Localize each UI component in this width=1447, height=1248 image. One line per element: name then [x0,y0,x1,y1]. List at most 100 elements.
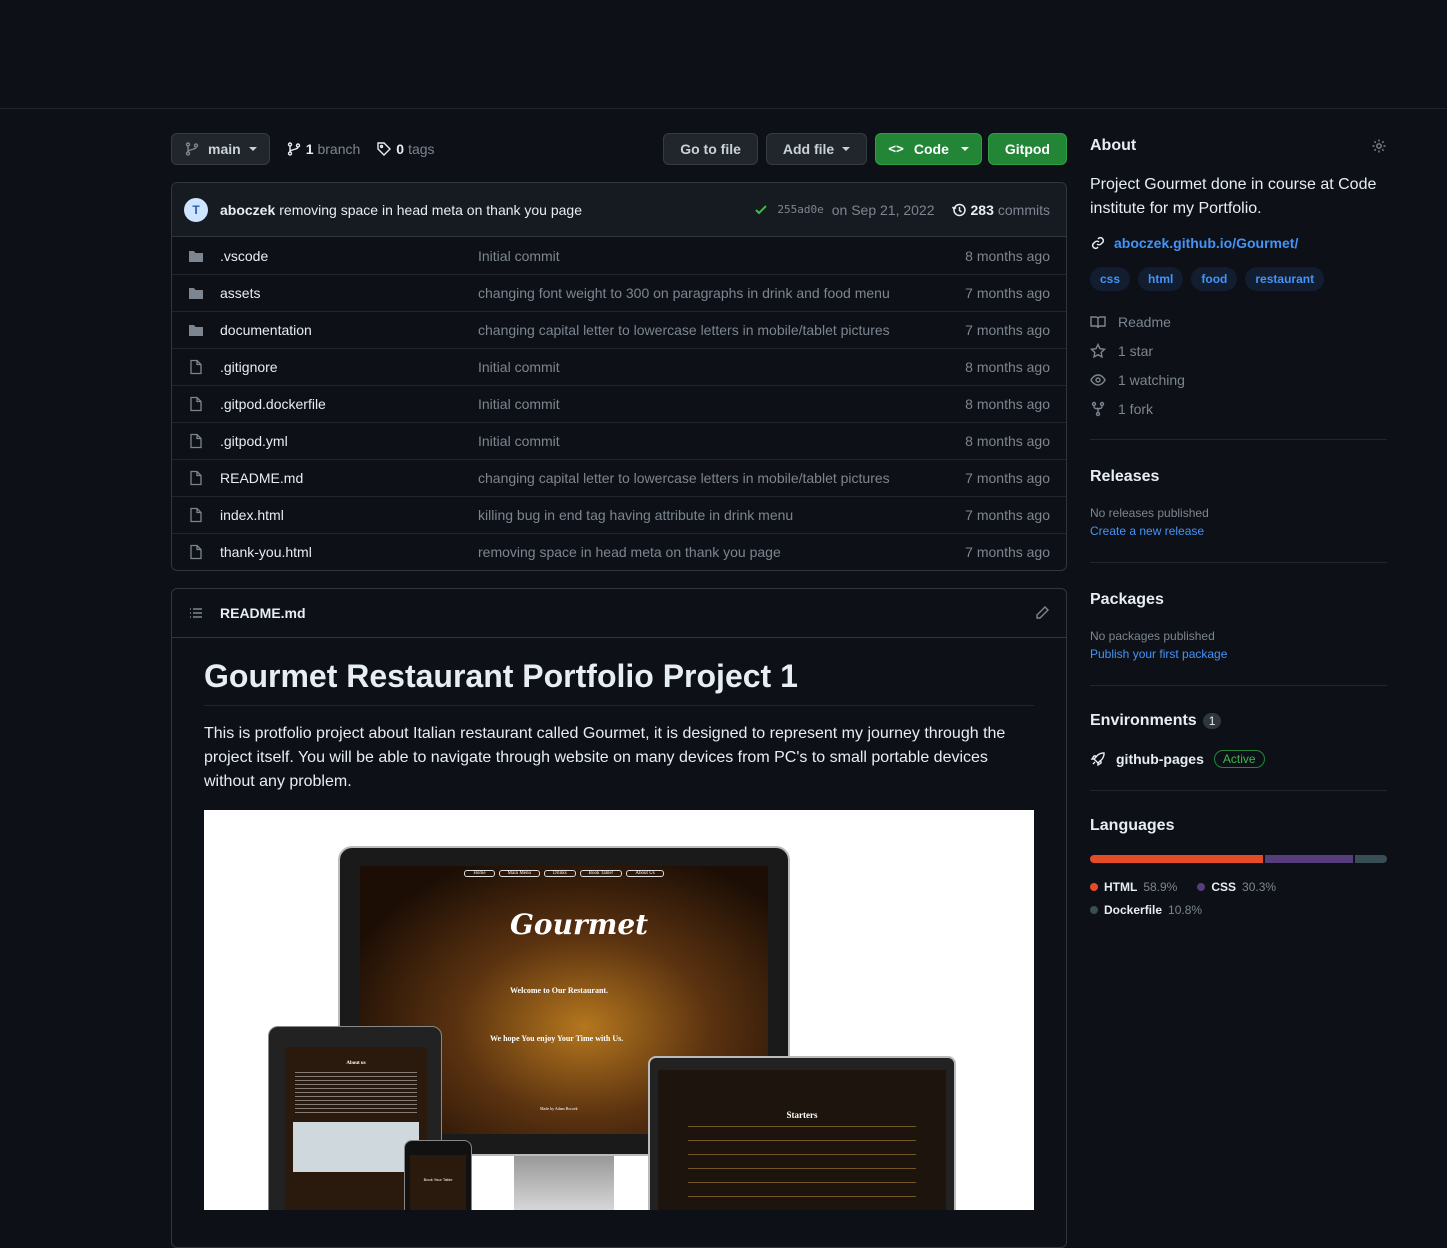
file-name[interactable]: .vscode [220,248,478,264]
mockup-logo: Gourmet [510,908,649,941]
commit-sha[interactable]: 255ad0e [777,203,823,216]
stars-link[interactable]: 1 star [1090,336,1387,365]
environment-status-badge: Active [1213,750,1265,768]
forks-count: 1 fork [1118,400,1154,417]
topic-tag[interactable]: html [1138,267,1184,291]
commit-date: on Sep 21, 2022 [831,201,935,218]
language-item[interactable]: HTML 58.9% [1090,876,1177,898]
file-commit-message[interactable]: Initial commit [478,248,965,264]
file-commit-message[interactable]: changing capital letter to lowercase let… [478,322,965,338]
file-name[interactable]: thank-you.html [220,544,478,560]
code-button[interactable]: <> Code [875,133,982,165]
language-bar-segment [1355,855,1387,863]
file-icon [190,470,202,486]
environments-heading[interactable]: Environments [1090,712,1197,730]
file-name[interactable]: .gitignore [220,359,478,375]
file-type-icon [188,433,204,449]
file-row[interactable]: .gitpod.yml Initial commit 8 months ago [172,422,1066,459]
file-age: 8 months ago [965,247,1050,264]
topic-tag[interactable]: food [1191,267,1238,291]
about-description: Project Gourmet done in course at Code i… [1090,176,1377,217]
language-item[interactable]: CSS 30.3% [1197,876,1276,898]
file-commit-message[interactable]: removing space in head meta on thank you… [478,544,965,560]
file-list-box: T aboczek removing space in head meta on… [171,182,1067,571]
commit-message[interactable]: removing space in head meta on thank you… [279,202,582,218]
laptop-mockup: Starters [648,1056,956,1210]
commits-link[interactable]: 283 commits [951,202,1050,218]
file-row[interactable]: thank-you.html removing space in head met… [172,533,1066,570]
gear-icon[interactable] [1371,138,1387,154]
packages-heading[interactable]: Packages [1090,591,1387,609]
responsive-mockup-image: Home Main Menu Drinks Book Table! About Us G… [204,810,1034,1210]
go-to-file-button[interactable]: Go to file [663,133,758,165]
mockup-nav-item: Main Menu [498,870,541,877]
publish-package-link[interactable]: Publish your first package [1090,647,1387,661]
folder-icon [189,250,203,262]
file-row[interactable]: .vscode Initial commit 8 months ago [172,237,1066,274]
file-commit-message[interactable]: changing capital letter to lowercase let… [478,470,965,486]
file-row[interactable]: .gitpod.dockerfile Initial commit 8 months… [172,385,1066,422]
file-commit-message[interactable]: changing font weight to 300 on paragraph… [478,285,965,301]
commits-label: commits [997,201,1050,218]
forks-link[interactable]: 1 fork [1090,394,1387,423]
file-commit-message[interactable]: Initial commit [478,433,965,449]
file-age: 7 months ago [965,322,1050,338]
gitpod-button[interactable]: Gitpod [987,133,1067,165]
file-commit-message[interactable]: Initial commit [478,396,965,412]
environment-name[interactable]: github-pages [1116,751,1204,767]
file-age: 7 months ago [965,470,1050,486]
divider [1090,562,1387,563]
file-row[interactable]: documentation changing capital letter to … [172,311,1066,348]
file-type-icon [188,322,204,338]
fork-icon [1091,401,1105,416]
file-age: 7 months ago [965,544,1050,560]
divider [1090,439,1387,440]
divider [1090,790,1387,791]
branch-icon [287,142,300,156]
file-commit-message[interactable]: killing bug in end tag having attribute … [478,507,965,523]
mockup-nav-item: About Us [626,870,664,877]
tags-link[interactable]: 0 tags [376,141,435,157]
branches-link[interactable]: 1 branch [286,141,360,157]
branch-select-button[interactable]: main [171,133,270,165]
language-name: Dockerfile [1104,903,1163,917]
topic-tag[interactable]: css [1090,267,1131,291]
file-row[interactable]: assets changing font weight to 300 on par… [172,274,1066,311]
pencil-icon[interactable] [1034,605,1050,621]
file-row[interactable]: .gitignore Initial commit 8 months ago [172,348,1066,385]
mockup-nav-item: Home [464,870,495,877]
tablet-heading: About us [346,1061,366,1066]
releases-heading[interactable]: Releases [1090,468,1387,486]
commit-author[interactable]: aboczek [220,202,275,218]
tags-label: tags [408,141,435,157]
mockup-nav-item: Drinks [544,870,576,877]
avatar[interactable]: T [184,197,208,222]
file-row[interactable]: index.html killing bug in end tag having … [172,496,1066,533]
language-item[interactable]: Dockerfile 10.8% [1090,899,1202,921]
file-name[interactable]: README.md [220,470,478,486]
file-icon [190,359,202,375]
file-commit-message[interactable]: Initial commit [478,359,965,375]
add-file-button[interactable]: Add file [765,133,868,165]
file-name[interactable]: .gitpod.yml [220,433,478,449]
language-bar-segment [1264,855,1354,863]
file-row[interactable]: README.md changing capital letter to lowe… [172,459,1066,496]
history-icon [951,203,966,216]
repo-main: main 1 branch 0 tags Go to file Add file… [171,133,1067,1248]
file-toolbar: main 1 branch 0 tags Go to file Add file… [171,133,1067,165]
star-icon [1090,342,1106,358]
file-rows: .vscode Initial commit 8 months ago assets c… [172,237,1066,570]
file-name[interactable]: index.html [220,507,478,523]
topic-tag[interactable]: restaurant [1245,267,1325,291]
file-name[interactable]: assets [220,285,478,301]
list-icon[interactable] [188,605,204,621]
mockup-welcome: Welcome to Our Restaurant. [510,986,609,995]
watchers-link[interactable]: 1 watching [1090,365,1387,394]
file-name[interactable]: documentation [220,322,478,338]
readme-link[interactable]: Readme [1090,307,1387,336]
create-release-link[interactable]: Create a new release [1090,524,1387,538]
website-link[interactable]: aboczek.github.io/Gourmet/ [1114,235,1298,251]
file-type-icon [188,248,204,264]
file-type-icon [188,396,204,412]
file-name[interactable]: .gitpod.dockerfile [220,396,478,412]
